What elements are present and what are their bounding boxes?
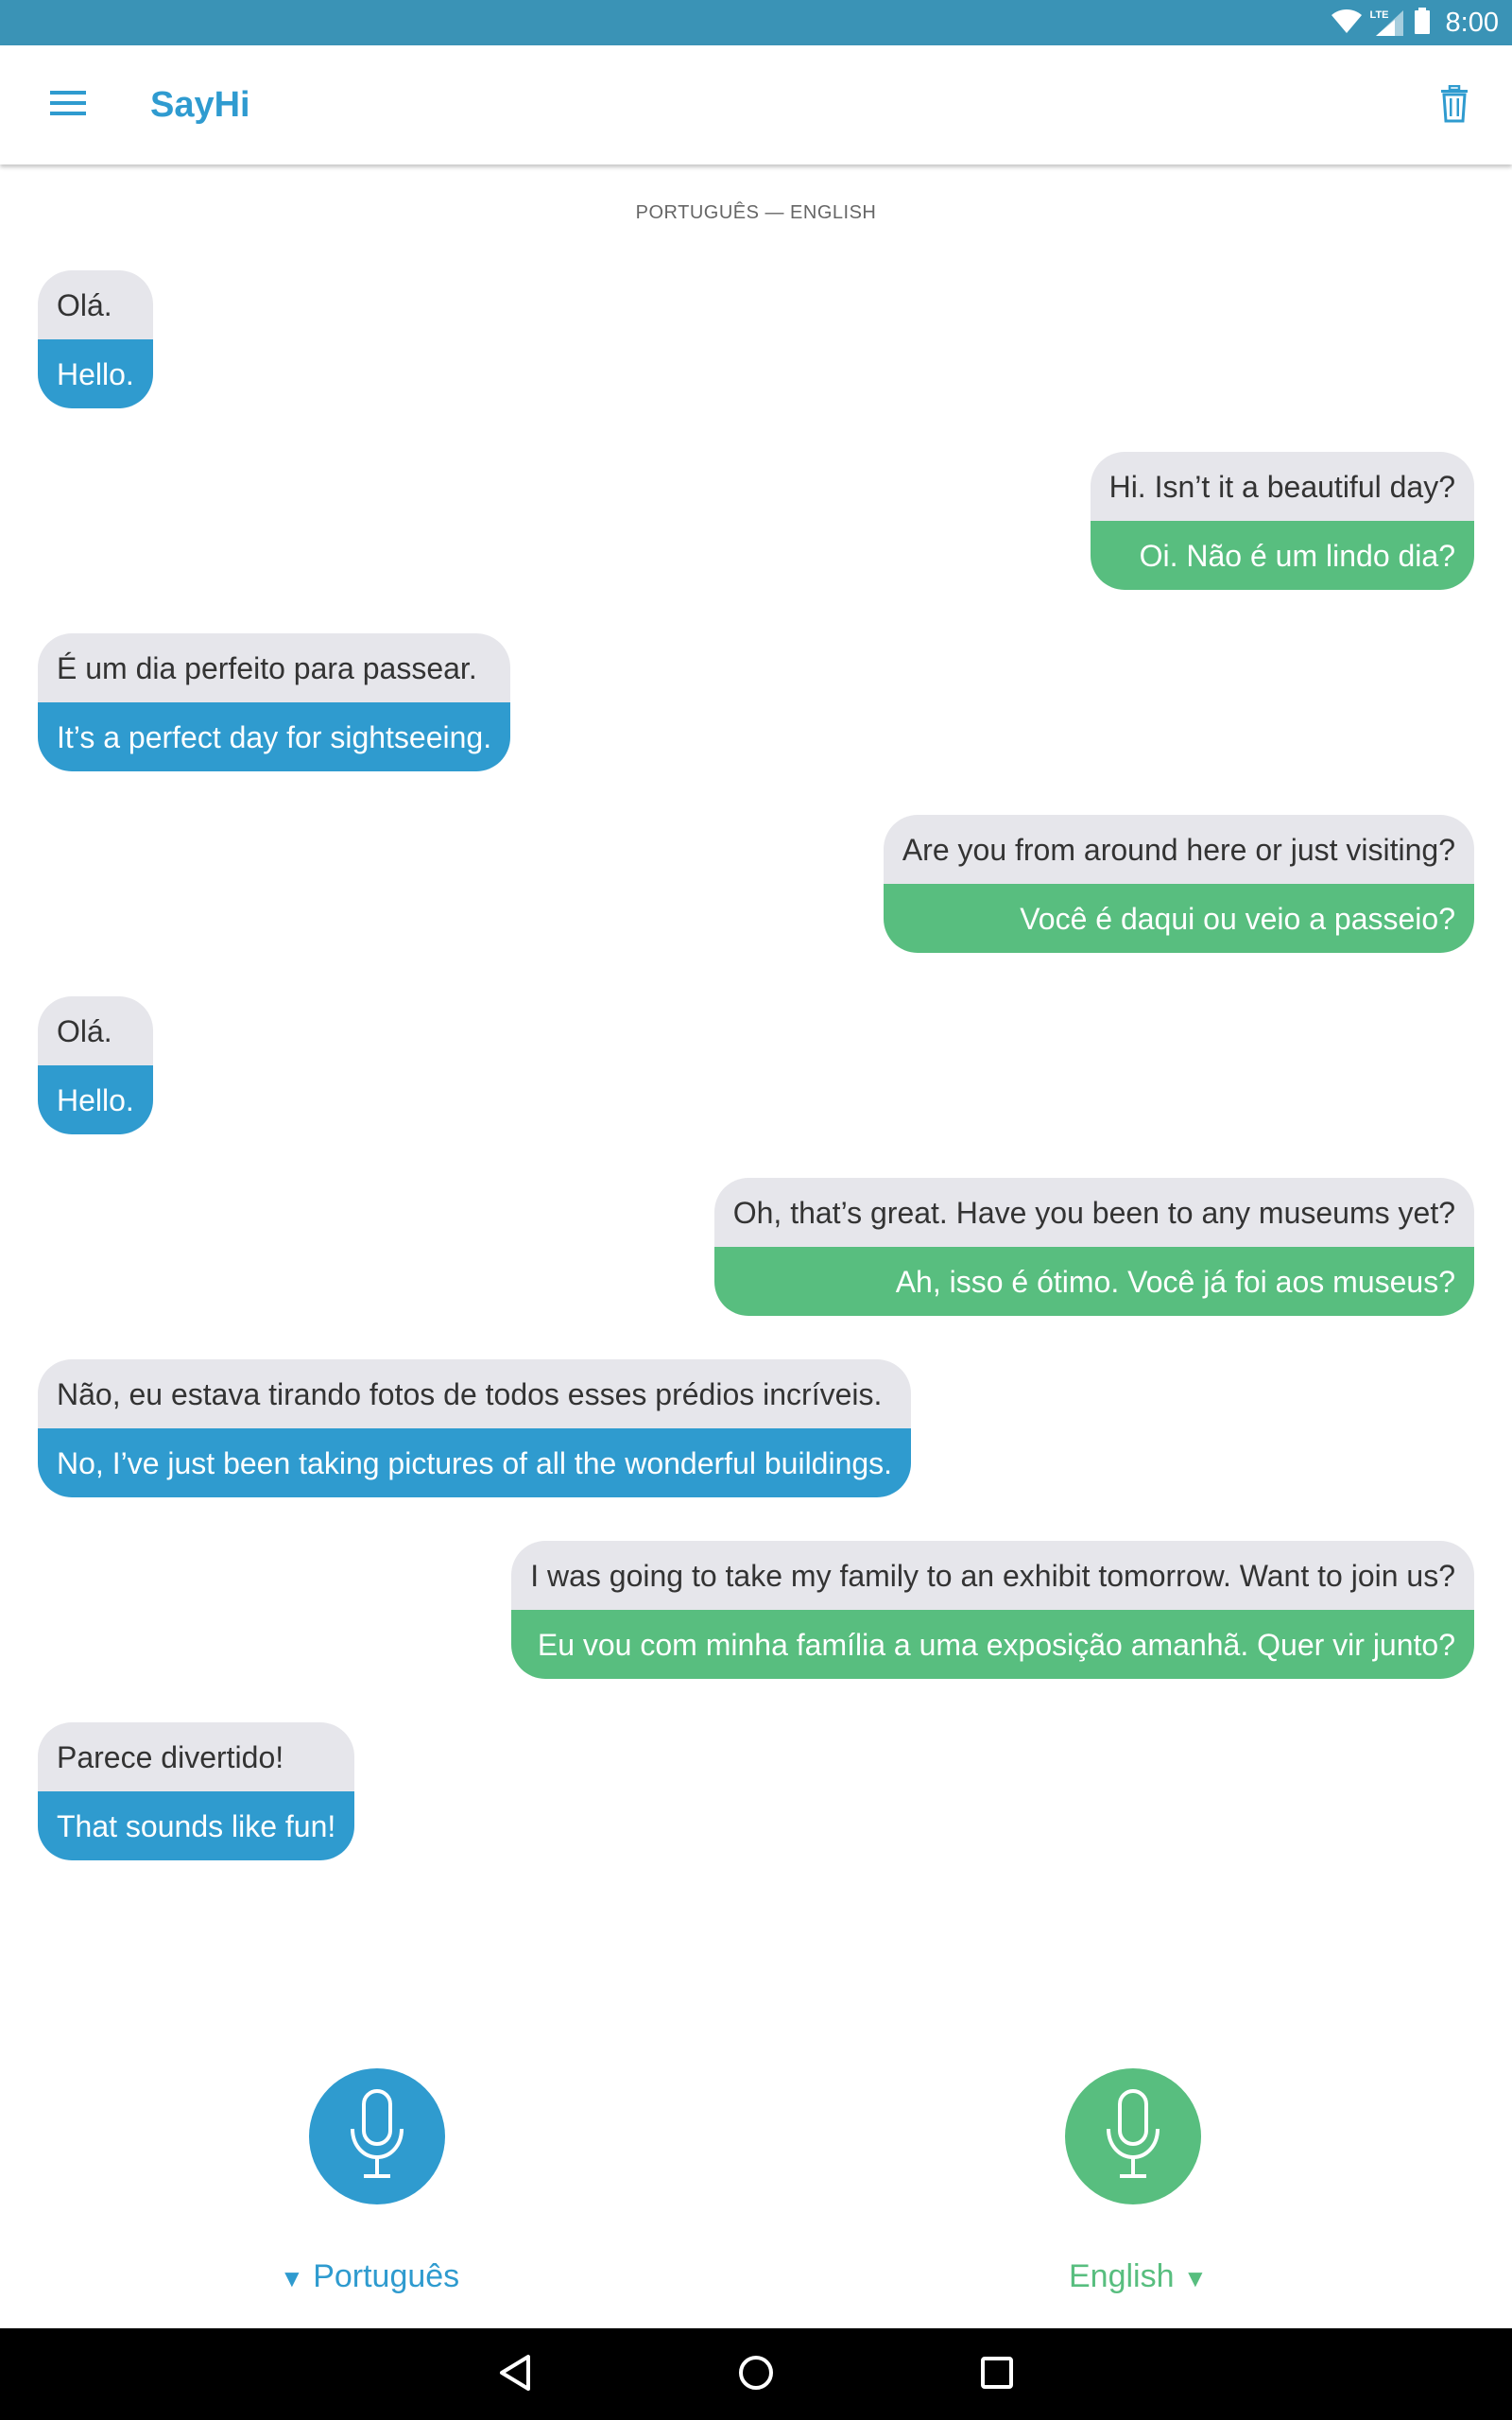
- microphone-icon: [1103, 2087, 1163, 2187]
- message-pair: Are you from around here or just visitin…: [883, 815, 1474, 953]
- original-bubble: I was going to take my family to an exhi…: [511, 1541, 1474, 1610]
- clear-conversation-button[interactable]: [1425, 78, 1484, 133]
- portuguese-mic-button[interactable]: [309, 2068, 445, 2204]
- app-title: SayHi: [150, 85, 250, 125]
- original-bubble: É um dia perfeito para passear.: [38, 633, 511, 702]
- translation-bubble: Eu vou com minha família a uma exposição…: [511, 1610, 1474, 1679]
- message-pair: Oh, that’s great. Have you been to any m…: [713, 1178, 1474, 1316]
- translation-bubble: Oi. Não é um lindo dia?: [1090, 521, 1474, 590]
- portuguese-language-selector[interactable]: ▼ Português: [280, 2253, 459, 2300]
- english-mic-button[interactable]: [1065, 2068, 1201, 2204]
- trash-icon: [1440, 84, 1469, 128]
- message-pair: Parece divertido! That sounds like fun!: [38, 1722, 355, 1860]
- recents-button[interactable]: [968, 2345, 1026, 2404]
- original-bubble: Olá.: [38, 996, 153, 1065]
- battery-icon: [1414, 7, 1431, 40]
- back-icon: [498, 2354, 532, 2396]
- translation-bubble: Hello.: [38, 1065, 153, 1134]
- translation-bubble: That sounds like fun!: [38, 1791, 355, 1860]
- message-pair: É um dia perfeito para passear. It’s a p…: [38, 633, 511, 771]
- recents-icon: [980, 2356, 1014, 2394]
- language-pair-label: PORTUGUÊS — ENGLISH: [635, 202, 877, 223]
- menu-icon: [50, 90, 86, 121]
- original-bubble: Não, eu estava tirando fotos de todos es…: [38, 1359, 912, 1428]
- translation-bubble: It’s a perfect day for sightseeing.: [38, 702, 511, 771]
- original-bubble: Oh, that’s great. Have you been to any m…: [713, 1178, 1474, 1247]
- english-language-selector[interactable]: English ▼: [1069, 2253, 1208, 2300]
- navigation-bar: [0, 2328, 1512, 2420]
- language-label: Português: [313, 2258, 460, 2294]
- message-pair: Não, eu estava tirando fotos de todos es…: [38, 1359, 912, 1497]
- status-icons: LTE 8:00: [1331, 0, 1499, 45]
- back-button[interactable]: [486, 2345, 544, 2404]
- original-bubble: Parece divertido!: [38, 1722, 355, 1791]
- language-label: English: [1069, 2258, 1175, 2294]
- cell-signal-icon: LTE: [1369, 9, 1404, 37]
- dropdown-arrow-icon: ▼: [1182, 2264, 1208, 2292]
- wifi-icon: [1331, 7, 1363, 40]
- app-bar: SayHi: [0, 45, 1512, 164]
- translation-bubble: Você é daqui ou veio a passeio?: [883, 884, 1474, 953]
- translation-bubble: No, I’ve just been taking pictures of al…: [38, 1428, 912, 1497]
- status-time: 8:00: [1445, 7, 1499, 38]
- message-pair: Olá. Hello.: [38, 996, 153, 1134]
- menu-button[interactable]: [36, 78, 100, 131]
- translation-bubble: Ah, isso é ótimo. Você já foi aos museus…: [713, 1247, 1474, 1316]
- microphone-icon: [347, 2087, 407, 2187]
- original-bubble: Olá.: [38, 270, 153, 339]
- message-pair: I was going to take my family to an exhi…: [511, 1541, 1474, 1679]
- message-pair: Olá. Hello.: [38, 270, 153, 408]
- status-bar: LTE 8:00: [0, 0, 1512, 45]
- home-button[interactable]: [727, 2345, 785, 2404]
- message-pair: Hi. Isn’t it a beautiful day? Oi. Não é …: [1090, 452, 1474, 590]
- original-bubble: Hi. Isn’t it a beautiful day?: [1090, 452, 1474, 521]
- original-bubble: Are you from around here or just visitin…: [883, 815, 1474, 884]
- translation-bubble: Hello.: [38, 339, 153, 408]
- network-type-label: LTE: [1369, 9, 1389, 21]
- dropdown-arrow-icon: ▼: [280, 2264, 304, 2292]
- home-icon: [737, 2354, 775, 2396]
